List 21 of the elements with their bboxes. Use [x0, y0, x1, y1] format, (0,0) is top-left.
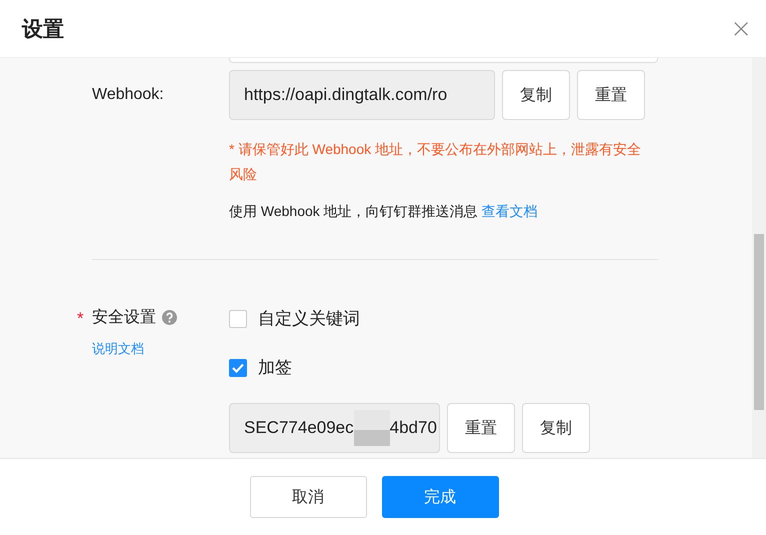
required-mark: * [77, 309, 84, 329]
close-button[interactable]: × [730, 16, 752, 42]
checkbox-option[interactable]: 加签 [229, 356, 658, 379]
cancel-button[interactable]: 取消 [250, 476, 366, 518]
checkbox[interactable] [229, 310, 247, 328]
secret-button[interactable]: 复制 [522, 403, 590, 453]
check-icon [232, 362, 244, 372]
dialog-title: 设置 [22, 16, 64, 42]
checkbox[interactable] [229, 358, 247, 376]
scrollbar[interactable] [752, 58, 766, 458]
webhook-label: Webhook: [92, 85, 165, 105]
help-icon[interactable] [162, 310, 177, 325]
webhook-field[interactable]: https://oapi.dingtalk.com/ro [229, 70, 495, 120]
secret-button[interactable]: 重置 [447, 403, 515, 453]
webhook-button[interactable]: 复制 [502, 70, 570, 120]
webhook-button[interactable]: 重置 [577, 70, 645, 120]
info-text: 使用 Webhook 地址，向钉钉群推送消息 查看文档 [229, 203, 539, 221]
secret-field[interactable]: SEC774e09ec 4bd70 [229, 403, 440, 453]
security-label: 安全设置 [92, 308, 156, 328]
checkbox-option[interactable]: 自定义关键词 [229, 307, 658, 330]
warning-text: * 请保管好此 Webhook 地址，不要公布在外部网站上，泄露有安全风险 [229, 140, 642, 184]
